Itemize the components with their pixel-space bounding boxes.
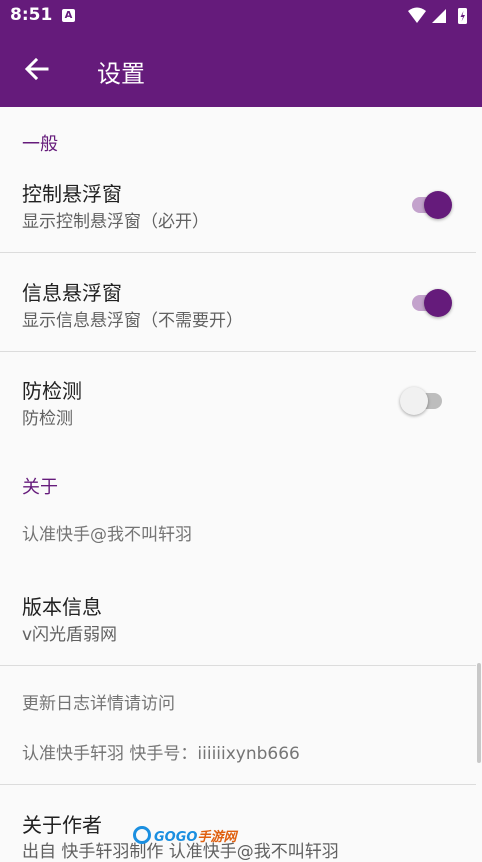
pref-anti-detect[interactable]: 防检测 防检测	[0, 352, 476, 450]
section-general-title: 一般	[22, 134, 58, 155]
pref-version-summary: v闪光盾弱网	[22, 625, 118, 645]
pref-info-float-summary: 显示信息悬浮窗（不需要开）	[22, 311, 243, 331]
pref-anti-detect-summary: 防检测	[22, 409, 73, 429]
watermark-logo: GOGO手游网	[133, 824, 236, 846]
pref-control-float-summary: 显示控制悬浮窗（必开）	[22, 212, 209, 232]
watermark-text-a: GOGO	[154, 829, 198, 845]
back-button[interactable]	[22, 54, 52, 84]
pref-info-float[interactable]: 信息悬浮窗 显示信息悬浮窗（不需要开）	[0, 253, 476, 351]
anti-detect-switch[interactable]	[400, 385, 448, 415]
control-float-switch[interactable]	[408, 189, 454, 219]
app-bar: 设置	[0, 32, 482, 107]
arrow-left-icon	[24, 57, 49, 81]
about-notice: 认准快手@我不叫轩羽	[22, 525, 192, 545]
logo-icon	[133, 826, 151, 844]
pref-info-float-title: 信息悬浮窗	[22, 281, 122, 305]
pref-version-title: 版本信息	[22, 595, 102, 619]
a-icon: A	[62, 9, 75, 22]
wifi-icon	[408, 7, 426, 23]
pref-control-float-title: 控制悬浮窗	[22, 182, 122, 206]
pref-author-title: 关于作者	[22, 813, 102, 837]
info-float-switch[interactable]	[408, 287, 454, 317]
changelog-hint: 更新日志详情请访问	[22, 694, 175, 714]
section-about-title: 关于	[22, 477, 58, 498]
pref-anti-detect-title: 防检测	[22, 379, 82, 403]
status-time: 8:51	[10, 5, 53, 25]
pref-control-float[interactable]: 控制悬浮窗 显示控制悬浮窗（必开）	[0, 165, 476, 252]
status-icons	[406, 6, 474, 26]
pref-version[interactable]: 版本信息 v闪光盾弱网	[0, 575, 476, 665]
page-title: 设置	[97, 60, 145, 88]
kuaishou-id: 认准快手轩羽 快手号：iiiiiixynb666	[22, 744, 300, 764]
cell-signal-icon	[432, 9, 446, 23]
status-bar: 8:51 A	[0, 0, 482, 32]
divider	[0, 665, 476, 666]
watermark-text-b: 手游网	[197, 829, 237, 845]
pref-author[interactable]: 关于作者 出自 快手轩羽制作 认准快手@我不叫轩羽	[0, 785, 476, 862]
scrollbar-thumb[interactable]	[477, 663, 481, 763]
